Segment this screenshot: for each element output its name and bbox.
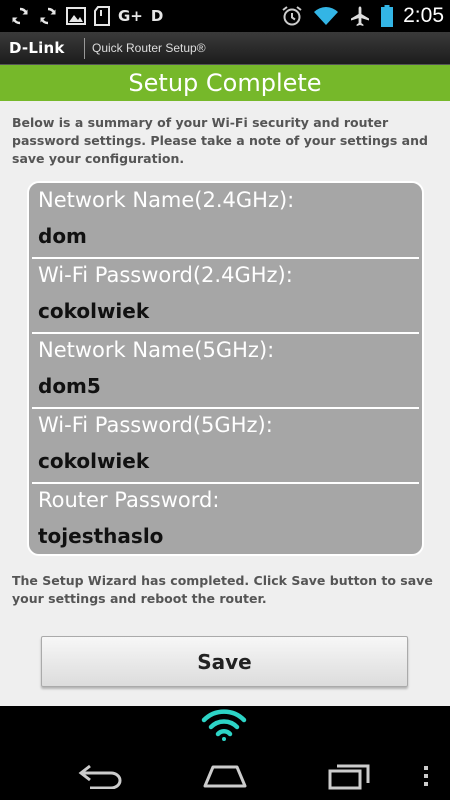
setting-label: Network Name(5GHz): [38, 338, 275, 362]
setting-label: Router Password: [38, 488, 220, 512]
back-icon [78, 764, 122, 789]
home-button[interactable] [196, 756, 254, 796]
menu-icon [424, 766, 428, 786]
completion-text: The Setup Wizard has completed. Click Sa… [12, 573, 433, 606]
image-icon [66, 5, 86, 27]
setting-router-password: Router Password: tojesthaslo [29, 483, 422, 554]
menu-button[interactable] [416, 756, 436, 796]
header-divider [84, 38, 85, 59]
title-bar: Setup Complete [0, 65, 450, 101]
app-subtitle: Quick Router Setup® [92, 41, 206, 55]
settings-summary: Network Name(2.4GHz): dom Wi-Fi Password… [27, 181, 424, 556]
alarm-icon [281, 5, 303, 27]
setting-value: cokolwiek [38, 449, 150, 473]
setting-wifi-password-5: Wi-Fi Password(5GHz): cokolwiek [29, 408, 422, 483]
setting-value: cokolwiek [38, 299, 150, 323]
page-title: Setup Complete [128, 69, 322, 97]
google-plus-icon: G+ [118, 7, 143, 25]
setting-label: Wi-Fi Password(5GHz): [38, 413, 273, 437]
setting-network-name-24: Network Name(2.4GHz): dom [29, 183, 422, 258]
app-header: D-Link Quick Router Setup® [0, 32, 450, 65]
wifi-icon [313, 5, 339, 27]
setting-value: tojesthaslo [38, 524, 164, 548]
d-app-icon: D [150, 7, 164, 25]
setting-value: dom5 [38, 374, 101, 398]
recent-apps-icon [328, 764, 370, 790]
sync-icon [38, 5, 58, 27]
system-icons: 2:05 [281, 4, 444, 28]
recent-apps-button[interactable] [320, 756, 378, 796]
home-icon [203, 765, 247, 788]
back-button[interactable] [72, 756, 130, 796]
setting-label: Network Name(2.4GHz): [38, 188, 295, 212]
setting-label: Wi-Fi Password(2.4GHz): [38, 263, 293, 287]
save-button-label: Save [197, 649, 252, 674]
main-content: Below is a summary of your Wi-Fi securit… [0, 101, 450, 706]
clock: 2:05 [403, 4, 444, 27]
notification-icons: G+ D [10, 4, 163, 28]
airplane-icon [349, 5, 371, 27]
dlink-logo: D-Link [9, 39, 65, 57]
sd-card-icon [94, 5, 110, 27]
setting-network-name-5: Network Name(5GHz): dom5 [29, 333, 422, 408]
battery-icon [381, 5, 394, 27]
setting-wifi-password-24: Wi-Fi Password(2.4GHz): cokolwiek [29, 258, 422, 333]
status-bar: G+ D 2:05 [0, 0, 450, 32]
save-button[interactable]: Save [41, 636, 408, 687]
sync-icon [10, 5, 30, 27]
wifi-icon [201, 709, 247, 741]
setting-value: dom [38, 224, 87, 248]
intro-text: Below is a summary of your Wi-Fi securit… [12, 115, 428, 166]
nav-bar [0, 706, 450, 800]
